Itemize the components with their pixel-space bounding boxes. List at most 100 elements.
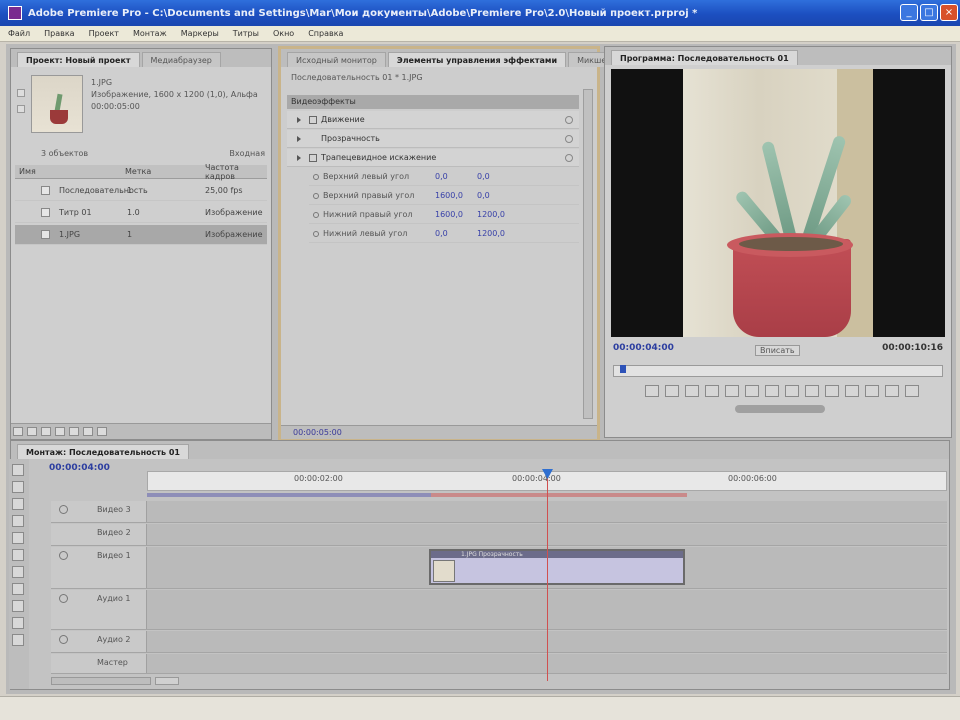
track-video-1[interactable]: Видео 1 1.JPG Прозрачность xyxy=(51,547,947,589)
maximize-button[interactable]: □ xyxy=(920,4,938,21)
play-icon[interactable] xyxy=(17,89,25,97)
speaker-icon[interactable] xyxy=(59,635,68,644)
rate-stretch-icon[interactable] xyxy=(12,532,24,544)
trim-icon[interactable] xyxy=(905,385,919,397)
info-icon[interactable] xyxy=(17,105,25,113)
go-to-in-icon[interactable] xyxy=(705,385,719,397)
icon-view-icon[interactable] xyxy=(27,427,37,436)
slide-tool-icon[interactable] xyxy=(12,583,24,595)
menu-marker[interactable]: Маркеры xyxy=(181,29,219,38)
current-timecode[interactable]: 00:00:04:00 xyxy=(613,343,674,353)
param-value-y[interactable]: 0,0 xyxy=(477,187,490,205)
marker-icon[interactable] xyxy=(685,385,699,397)
track-video-2[interactable]: Видео 2 xyxy=(51,524,947,546)
list-view-icon[interactable] xyxy=(13,427,23,436)
zoom-select[interactable]: Вписать xyxy=(755,345,800,356)
timeline-zoom-slider[interactable] xyxy=(51,677,151,685)
pen-tool-icon[interactable] xyxy=(12,600,24,612)
expand-triangle-icon[interactable] xyxy=(297,155,301,161)
project-row[interactable]: Последовательность 1 25,00 fps xyxy=(15,181,267,201)
param-value-x[interactable]: 1600,0 xyxy=(435,206,463,224)
track-video-3[interactable]: Видео 3 xyxy=(51,501,947,523)
timeline-timecode[interactable]: 00:00:04:00 xyxy=(49,463,110,473)
expand-triangle-icon[interactable] xyxy=(297,136,301,142)
monitor-time-ruler[interactable] xyxy=(613,365,943,377)
jog-shuttle[interactable] xyxy=(735,405,825,413)
reset-icon[interactable] xyxy=(565,116,573,124)
automate-icon[interactable] xyxy=(41,427,51,436)
rolling-edit-icon[interactable] xyxy=(12,515,24,527)
menu-project[interactable]: Проект xyxy=(89,29,119,38)
track-audio-2[interactable]: Аудио 2 xyxy=(51,631,947,653)
zoom-tool-icon[interactable] xyxy=(12,634,24,646)
menu-window[interactable]: Окно xyxy=(273,29,294,38)
fx-opacity-row[interactable]: Прозрачность xyxy=(287,130,579,148)
timeline-playhead-line[interactable] xyxy=(547,469,548,681)
col-label[interactable]: Метка xyxy=(125,167,151,176)
menu-help[interactable]: Справка xyxy=(308,29,343,38)
col-rate[interactable]: Частота кадров xyxy=(205,163,267,181)
tab-source-monitor[interactable]: Исходный монитор xyxy=(287,52,386,67)
stopwatch-icon[interactable] xyxy=(313,231,319,237)
razor-tool-icon[interactable] xyxy=(12,549,24,561)
tab-media-browser[interactable]: Медиабраузер xyxy=(141,52,221,67)
fx-toggle-icon[interactable] xyxy=(309,116,317,124)
menu-title[interactable]: Титры xyxy=(233,29,259,38)
tab-program[interactable]: Программа: Последовательность 01 xyxy=(611,50,798,65)
track-select-icon[interactable] xyxy=(12,481,24,493)
param-value-y[interactable]: 1200,0 xyxy=(477,206,505,224)
fx-motion-row[interactable]: Движение xyxy=(287,111,579,129)
monitor-playhead[interactable] xyxy=(620,365,626,373)
project-row[interactable]: Титр 01 1.0 Изображение xyxy=(15,203,267,223)
set-out-icon[interactable] xyxy=(665,385,679,397)
loop-icon[interactable] xyxy=(805,385,819,397)
fx-param-row[interactable]: Нижний правый угол 1600,0 1200,0 xyxy=(309,206,579,224)
param-value-x[interactable]: 0,0 xyxy=(435,168,448,186)
speaker-icon[interactable] xyxy=(59,594,68,603)
reset-icon[interactable] xyxy=(565,154,573,162)
set-in-icon[interactable] xyxy=(645,385,659,397)
track-master[interactable]: Мастер xyxy=(51,654,947,674)
play-icon[interactable] xyxy=(745,385,759,397)
param-value-x[interactable]: 0,0 xyxy=(435,225,448,243)
lift-icon[interactable] xyxy=(865,385,879,397)
safe-margins-icon[interactable] xyxy=(825,385,839,397)
minimize-button[interactable]: _ xyxy=(900,4,918,21)
step-forward-icon[interactable] xyxy=(765,385,779,397)
fx-param-row[interactable]: Верхний правый угол 1600,0 0,0 xyxy=(309,187,579,205)
fx-param-row[interactable]: Нижний левый угол 0,0 1200,0 xyxy=(309,225,579,243)
tab-timeline-sequence[interactable]: Монтаж: Последовательность 01 xyxy=(17,444,189,459)
fx-param-row[interactable]: Верхний левый угол 0,0 0,0 xyxy=(309,168,579,186)
delete-icon[interactable] xyxy=(97,427,107,436)
reset-icon[interactable] xyxy=(565,135,573,143)
slip-tool-icon[interactable] xyxy=(12,566,24,578)
timeline-zoom-button[interactable] xyxy=(155,677,179,685)
extract-icon[interactable] xyxy=(885,385,899,397)
param-value-x[interactable]: 1600,0 xyxy=(435,187,463,205)
fx-corner-pin-row[interactable]: Трапецевидное искажение xyxy=(287,149,579,167)
output-icon[interactable] xyxy=(845,385,859,397)
program-viewer[interactable] xyxy=(611,69,945,337)
find-icon[interactable] xyxy=(55,427,65,436)
col-name[interactable]: Имя xyxy=(19,167,36,176)
tab-project[interactable]: Проект: Новый проект xyxy=(17,52,140,67)
effects-timecode[interactable]: 00:00:05:00 xyxy=(281,425,597,439)
menu-edit[interactable]: Правка xyxy=(44,29,74,38)
param-value-y[interactable]: 0,0 xyxy=(477,168,490,186)
effects-scrollbar[interactable] xyxy=(583,89,593,419)
new-bin-icon[interactable] xyxy=(69,427,79,436)
go-to-out-icon[interactable] xyxy=(785,385,799,397)
param-value-y[interactable]: 1200,0 xyxy=(477,225,505,243)
ripple-edit-icon[interactable] xyxy=(12,498,24,510)
eye-icon[interactable] xyxy=(59,505,68,514)
stopwatch-icon[interactable] xyxy=(313,174,319,180)
eye-icon[interactable] xyxy=(59,551,68,560)
project-row[interactable]: 1.JPG 1 Изображение xyxy=(15,225,267,245)
fx-toggle-icon[interactable] xyxy=(309,154,317,162)
track-audio-1[interactable]: Аудио 1 xyxy=(51,590,947,630)
selection-tool-icon[interactable] xyxy=(12,464,24,476)
step-back-icon[interactable] xyxy=(725,385,739,397)
new-item-icon[interactable] xyxy=(83,427,93,436)
menu-sequence[interactable]: Монтаж xyxy=(133,29,167,38)
timeline-clip[interactable]: 1.JPG Прозрачность xyxy=(429,549,685,585)
